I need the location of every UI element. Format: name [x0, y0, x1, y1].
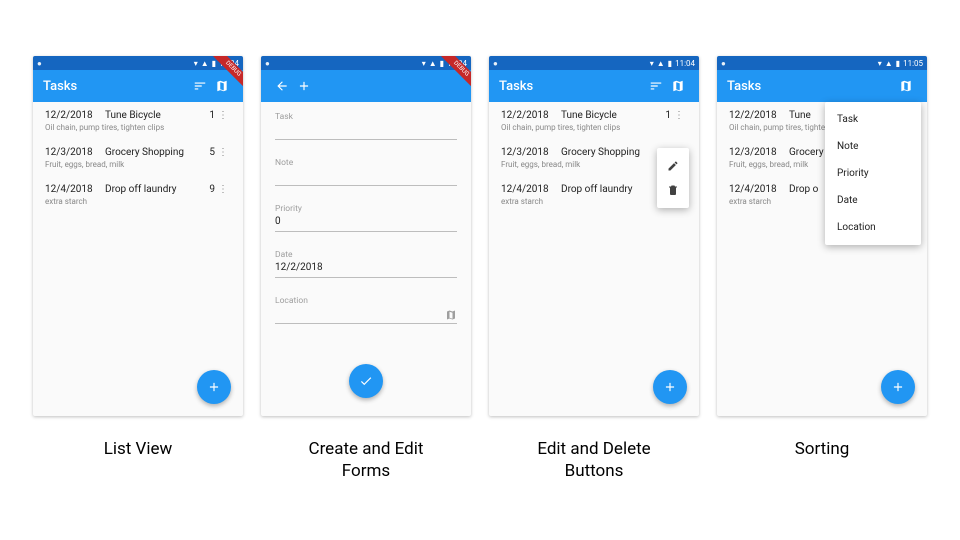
battery-icon: ▮: [212, 59, 216, 68]
task-row[interactable]: 12/2/2018Tune Bicycle1⋮ Oil chain, pump …: [33, 102, 243, 139]
app-title: Tasks: [727, 79, 873, 94]
overflow-icon[interactable]: ⋮: [215, 147, 231, 158]
priority-field[interactable]: Priority 0: [275, 204, 457, 232]
overflow-icon[interactable]: ⋮: [671, 110, 687, 121]
task-row[interactable]: 12/3/2018Grocery Shopping5⋮ Fruit, eggs,…: [33, 139, 243, 176]
map-icon[interactable]: [211, 75, 233, 97]
status-bar: ● ▾▲▮11:04: [261, 56, 471, 70]
status-bar: ● ▾▲▮11:04: [489, 56, 699, 70]
sort-menu-popup: Task Note Priority Date Location: [825, 102, 921, 245]
task-row[interactable]: 12/4/2018Drop off laundry9⋮ extra starch: [33, 176, 243, 213]
note-field[interactable]: Note: [275, 158, 457, 186]
app-bar: Tasks: [489, 70, 699, 102]
app-bar: Tasks: [33, 70, 243, 102]
phone-sort-view: ● ▾▲▮11:05 Tasks 12/2/2018Tune Oil chain…: [717, 56, 927, 416]
delete-button[interactable]: [657, 178, 689, 202]
add-icon[interactable]: [293, 75, 315, 97]
date-field[interactable]: Date 12/2/2018: [275, 250, 457, 278]
add-fab[interactable]: [881, 370, 915, 404]
sort-option-location[interactable]: Location: [825, 214, 921, 241]
status-bar: ● ▾▲▮11:04: [33, 56, 243, 70]
back-icon[interactable]: [271, 75, 293, 97]
app-title: Tasks: [499, 79, 645, 94]
sort-icon[interactable]: [873, 75, 895, 97]
sort-option-priority[interactable]: Priority: [825, 160, 921, 187]
sort-option-note[interactable]: Note: [825, 133, 921, 160]
map-icon[interactable]: [667, 75, 689, 97]
overflow-icon[interactable]: ⋮: [215, 184, 231, 195]
add-fab[interactable]: [653, 370, 687, 404]
wifi-icon: ▾: [194, 59, 198, 68]
task-row[interactable]: 12/2/2018Tune Bicycle1⋮ Oil chain, pump …: [489, 102, 699, 139]
caption: Edit and Delete Buttons: [537, 438, 650, 482]
status-bar: ● ▾▲▮11:05: [717, 56, 927, 70]
overflow-icon[interactable]: ⋮: [215, 110, 231, 121]
add-fab[interactable]: [197, 370, 231, 404]
phone-form-view: DEBUG ● ▾▲▮11:04 Task Note: [261, 56, 471, 416]
caption: Create and Edit Forms: [309, 438, 424, 482]
map-icon[interactable]: [445, 306, 457, 325]
sort-option-date[interactable]: Date: [825, 187, 921, 214]
map-icon[interactable]: [895, 75, 917, 97]
confirm-fab[interactable]: [349, 364, 383, 398]
caption: List View: [104, 438, 173, 460]
sort-option-task[interactable]: Task: [825, 106, 921, 133]
caption: Sorting: [795, 438, 850, 460]
app-bar: [261, 70, 471, 102]
sort-icon[interactable]: [645, 75, 667, 97]
phone-actions-view: ● ▾▲▮11:04 Tasks 12/2/2018Tune Bicycle1⋮…: [489, 56, 699, 416]
app-bar: Tasks: [717, 70, 927, 102]
sort-icon[interactable]: [189, 75, 211, 97]
edit-button[interactable]: [657, 154, 689, 178]
location-field[interactable]: Location: [275, 296, 457, 324]
phone-list-view: DEBUG ● ▾▲▮11:04 Tasks 12/2/2018Tune Bic…: [33, 56, 243, 416]
app-title: Tasks: [43, 79, 189, 94]
row-actions-popup: [657, 148, 689, 208]
task-field[interactable]: Task: [275, 112, 457, 140]
signal-icon: ▲: [201, 59, 209, 68]
